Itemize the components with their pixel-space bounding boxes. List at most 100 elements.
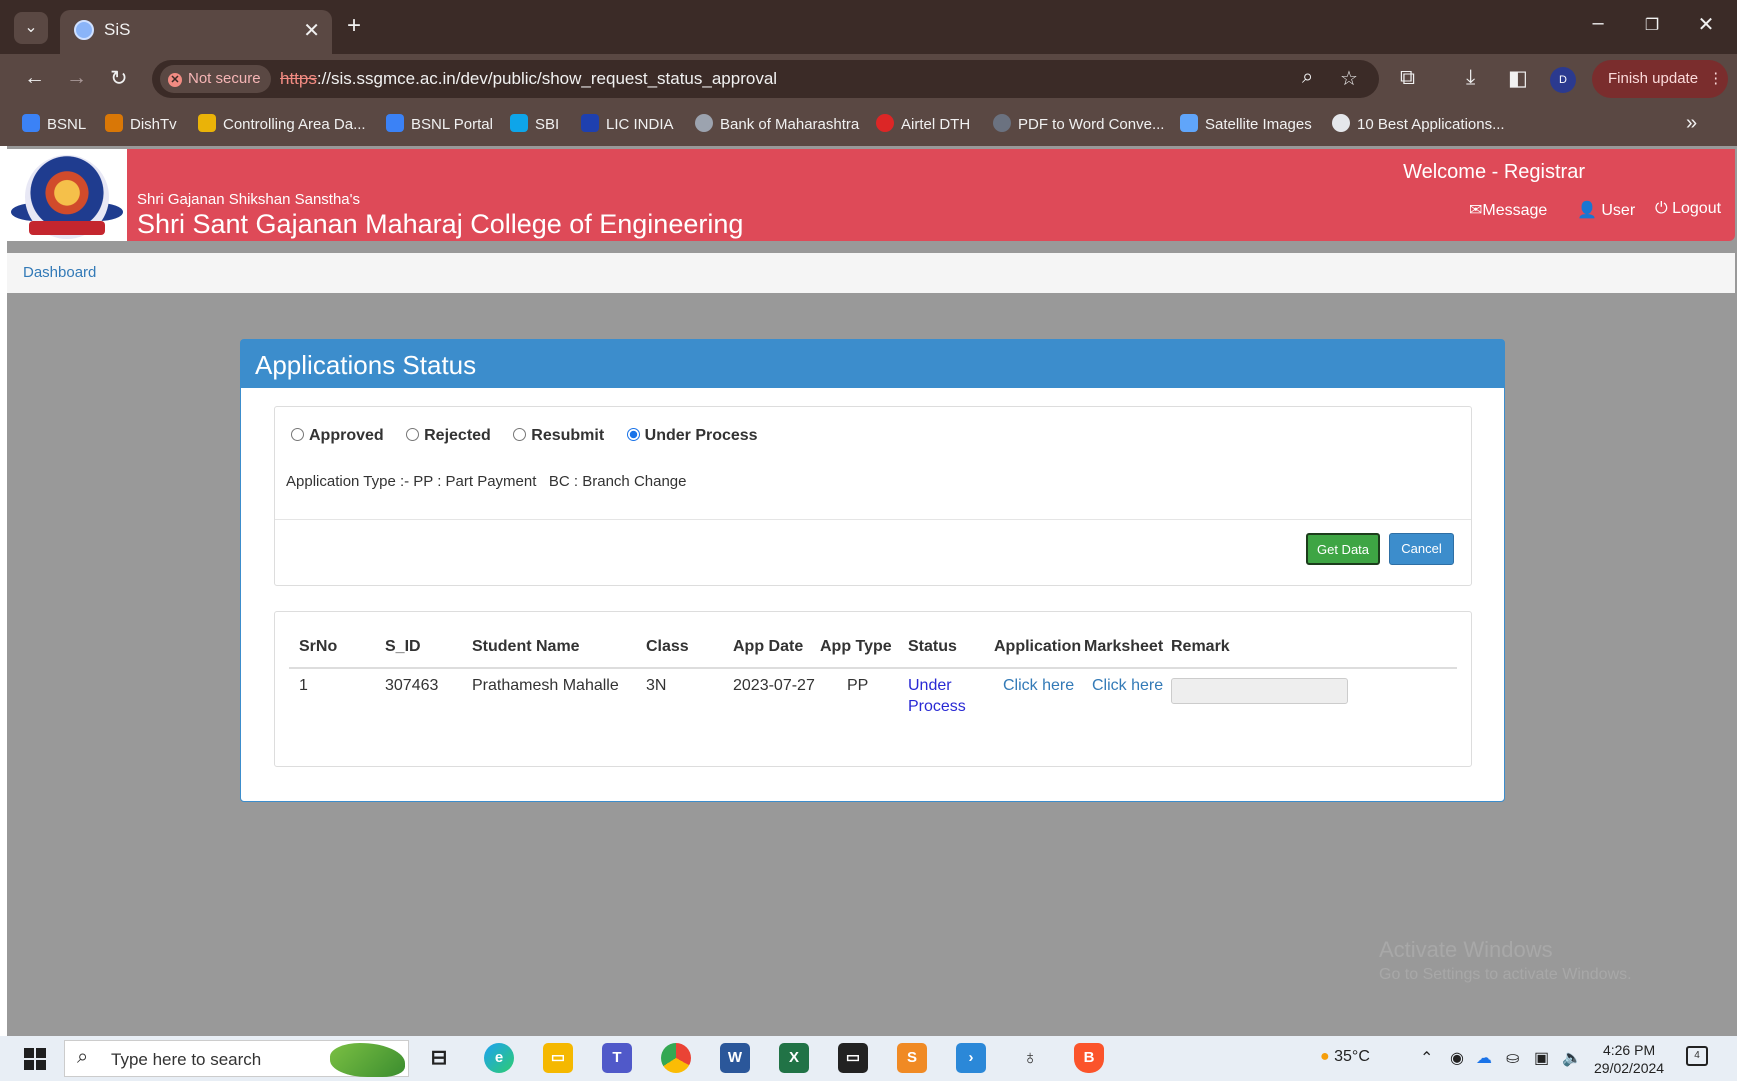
radio-resubmit[interactable]: Resubmit xyxy=(513,427,604,445)
cell-status: Under Process xyxy=(908,677,966,715)
bookmark-bank-of-maharashtra[interactable]: Bank of Maharashtra xyxy=(695,114,859,133)
volume-icon[interactable]: 🔈 xyxy=(1562,1048,1582,1068)
column-header: Student Name xyxy=(472,638,580,655)
sun-icon: ● xyxy=(1320,1048,1330,1065)
drive-icon[interactable]: ⛀ xyxy=(1506,1048,1519,1068)
close-tab-icon[interactable]: ✕ xyxy=(303,18,320,43)
extensions-icon[interactable]: ⧉ xyxy=(1400,66,1415,90)
message-link[interactable]: ✉Message xyxy=(1469,200,1547,220)
marksheet-link[interactable]: Click here xyxy=(1092,677,1163,695)
get-data-button[interactable]: Get Data xyxy=(1306,533,1380,565)
onedrive-icon[interactable]: ☁ xyxy=(1476,1048,1492,1068)
word-icon[interactable]: W xyxy=(720,1043,750,1073)
download-icon[interactable]: ⤓ xyxy=(1466,66,1475,90)
application-link[interactable]: Click here xyxy=(1003,677,1074,695)
user-link[interactable]: 👤 User xyxy=(1577,200,1635,220)
radio-button-selected[interactable] xyxy=(626,428,640,441)
reload-icon[interactable]: ↻ xyxy=(110,66,128,91)
app-store-icon[interactable]: ♁ xyxy=(1015,1043,1045,1073)
brave-icon[interactable]: B xyxy=(1074,1043,1104,1073)
cell-app-type: PP xyxy=(847,677,869,694)
restore-icon[interactable]: ❐ xyxy=(1632,15,1672,35)
file-explorer-icon[interactable]: ▭ xyxy=(543,1043,573,1073)
bookmark-bsnl-portal[interactable]: BSNL Portal xyxy=(386,114,493,133)
browser-tab[interactable]: SiS ✕ xyxy=(60,10,332,54)
activate-windows-subtitle: Go to Settings to activate Windows. xyxy=(1379,966,1632,983)
bookmark-label: BSNL Portal xyxy=(411,116,493,133)
logo-banner xyxy=(29,221,105,235)
task-view-icon[interactable]: ⊟ xyxy=(424,1043,454,1073)
dashboard-link[interactable]: Dashboard xyxy=(23,264,96,281)
terminal-icon[interactable]: ▭ xyxy=(838,1043,868,1073)
cell-app-date: 2023-07-27 xyxy=(733,677,815,694)
windows-start-icon[interactable] xyxy=(24,1048,46,1070)
radio-button[interactable] xyxy=(513,428,527,441)
tray-chevron-icon[interactable]: ⌃ xyxy=(1420,1048,1433,1068)
radio-under-process[interactable]: Under Process xyxy=(626,427,758,445)
profile-avatar[interactable]: D xyxy=(1550,67,1576,93)
activate-windows-title: Activate Windows xyxy=(1379,937,1553,962)
sbi-icon xyxy=(510,114,528,132)
radio-button[interactable] xyxy=(291,428,304,441)
user-label: User xyxy=(1601,202,1636,219)
cancel-button[interactable]: Cancel xyxy=(1389,533,1454,565)
chrome-icon[interactable] xyxy=(661,1043,691,1073)
bookmark-label: Bank of Maharashtra xyxy=(720,116,860,133)
logout-link[interactable]: ⏻ Logout xyxy=(1655,200,1721,218)
excel-icon[interactable]: X xyxy=(779,1043,809,1073)
sublime-text-icon[interactable]: S xyxy=(897,1043,927,1073)
remark-field[interactable] xyxy=(1171,678,1348,704)
bookmark-pdf-to-word[interactable]: PDF to Word Conve... xyxy=(993,114,1164,133)
filter-box: Approved Rejected Resubmit Under Process… xyxy=(274,406,1472,586)
display-icon[interactable]: ▣ xyxy=(1534,1048,1549,1068)
radio-approved[interactable]: Approved xyxy=(291,427,384,445)
table-header-divider xyxy=(289,667,1457,669)
back-icon[interactable]: ← xyxy=(24,66,45,90)
envelope-icon: ✉ xyxy=(1469,202,1483,219)
minimize-icon[interactable]: – xyxy=(1578,12,1618,35)
bookmark-satellite-images[interactable]: Satellite Images xyxy=(1180,114,1312,133)
new-tab-icon[interactable]: + xyxy=(347,12,361,40)
notification-icon[interactable]: 4 xyxy=(1686,1046,1708,1066)
search-highlight-image xyxy=(330,1043,405,1077)
weather-widget[interactable]: ● 35°C xyxy=(1320,1048,1370,1066)
edge-icon[interactable]: e xyxy=(484,1043,514,1073)
window-close-icon[interactable]: ✕ xyxy=(1686,12,1726,37)
bookmark-sbi[interactable]: SBI xyxy=(510,114,559,133)
menu-kebab-icon[interactable]: ⋮ xyxy=(1708,70,1723,87)
tab-search-dropdown[interactable]: ⌄ xyxy=(14,12,48,44)
windows-taskbar: ⌕ Type here to search ⊟ e ▭ T W X ▭ S › … xyxy=(0,1036,1737,1081)
search-placeholder: Type here to search xyxy=(111,1050,262,1069)
logout-label: Logout xyxy=(1672,200,1722,217)
forward-icon[interactable]: → xyxy=(66,66,87,90)
taskbar-search[interactable]: ⌕ Type here to search xyxy=(64,1040,409,1077)
browser-toolbar: ← → ↻ ✕ Not secure https://sis.ssgmce.ac.… xyxy=(0,54,1737,104)
system-clock[interactable]: 4:26 PM 29/02/2024 xyxy=(1594,1041,1664,1077)
powershell-icon[interactable]: › xyxy=(956,1043,986,1073)
not-secure-badge[interactable]: ✕ Not secure xyxy=(160,65,271,93)
more-bookmarks-icon[interactable]: » xyxy=(1686,112,1697,135)
bookmark-airtel[interactable]: Airtel DTH xyxy=(876,114,970,133)
panel-header: Applications Status xyxy=(241,340,1504,388)
breadcrumb: Dashboard xyxy=(7,253,1735,293)
bookmark-dishtv[interactable]: DishTv xyxy=(105,114,177,133)
radio-rejected[interactable]: Rejected xyxy=(406,427,491,445)
radio-button[interactable] xyxy=(406,428,420,441)
bookmark-bsnl[interactable]: BSNL xyxy=(22,114,86,133)
column-header: App Type xyxy=(820,638,892,655)
finish-update-button[interactable]: Finish update ⋮ xyxy=(1592,60,1728,98)
cell-class: 3N xyxy=(646,677,667,694)
side-panel-icon[interactable]: ◧ xyxy=(1508,66,1528,91)
teams-icon[interactable]: T xyxy=(602,1043,632,1073)
address-bar[interactable]: ✕ Not secure https://sis.ssgmce.ac.in/dev… xyxy=(152,60,1379,98)
bookmark-controlling-area[interactable]: Controlling Area Da... xyxy=(198,114,366,133)
zoom-icon[interactable]: ⌕ xyxy=(1302,66,1313,89)
bookmark-label: LIC INDIA xyxy=(606,116,674,133)
power-icon: ⏻ xyxy=(1655,200,1668,217)
bookmark-star-icon[interactable]: ☆ xyxy=(1340,66,1358,91)
network-icon[interactable]: ◉ xyxy=(1450,1048,1464,1068)
divider xyxy=(275,519,1471,520)
url-text[interactable]: https://sis.ssgmce.ac.in/dev/public/show… xyxy=(280,69,777,89)
bookmark-lic[interactable]: LIC INDIA xyxy=(581,114,674,133)
bookmark-10-best-apps[interactable]: 10 Best Applications... xyxy=(1332,114,1505,133)
